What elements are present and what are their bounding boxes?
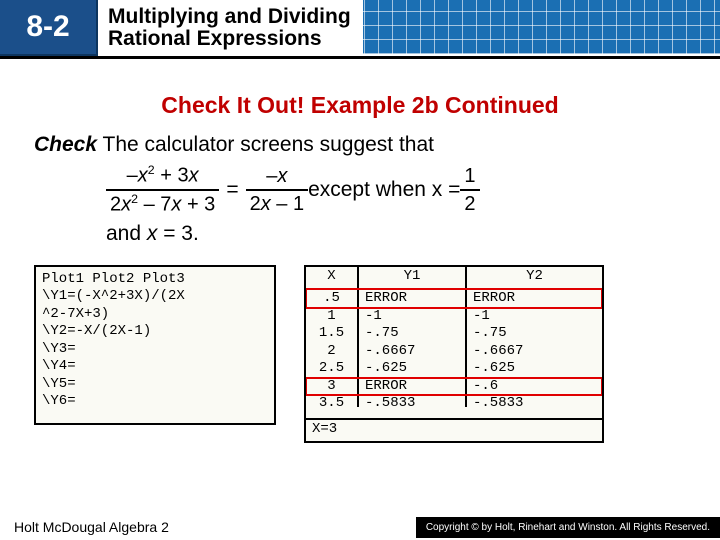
check-label: Check bbox=[34, 133, 97, 156]
table-row: 2-.6667-.6667 bbox=[306, 343, 602, 361]
cell-y1: ERROR bbox=[358, 289, 466, 308]
cell-x: 3.5 bbox=[306, 395, 358, 407]
table-row: 3.5-.5833-.5833 bbox=[306, 395, 602, 407]
cell-x: .5 bbox=[306, 289, 358, 308]
table-row: 3ERROR-.6 bbox=[306, 378, 602, 396]
copyright-text: Copyright © by Holt, Rinehart and Winsto… bbox=[416, 517, 720, 538]
cell-y2: -.6 bbox=[466, 378, 602, 396]
cell-y2: -.625 bbox=[466, 360, 602, 378]
slide-header: 8-2 Multiplying and Dividing Rational Ex… bbox=[0, 0, 720, 72]
title-line-1: Multiplying and Dividing bbox=[108, 6, 351, 28]
cell-y2: -.5833 bbox=[466, 395, 602, 407]
rhs-num: –x bbox=[262, 163, 291, 189]
lhs-num: –x2 + 3x bbox=[123, 162, 203, 189]
table-row: 1.5-.75-.75 bbox=[306, 325, 602, 343]
equation-row: –x2 + 3x 2x2 – 7x + 3 = –x 2x – 1 except… bbox=[106, 162, 686, 217]
scr1-l2: \Y1=(-X^2+3X)/(2X bbox=[42, 288, 268, 306]
cell-y1: -.75 bbox=[358, 325, 466, 343]
lhs-den: 2x2 – 7x + 3 bbox=[106, 191, 219, 218]
tail-line: and x = 3. bbox=[106, 220, 686, 247]
table-row: 2.5-.625-.625 bbox=[306, 360, 602, 378]
cell-y1: -.625 bbox=[358, 360, 466, 378]
calc-table-footer: X=3 bbox=[306, 418, 602, 441]
cell-y2: -.6667 bbox=[466, 343, 602, 361]
scr1-l4: \Y2=-X/(2X-1) bbox=[42, 323, 268, 341]
equals-sign: = bbox=[219, 176, 245, 203]
cell-x: 2.5 bbox=[306, 360, 358, 378]
half-den: 2 bbox=[460, 191, 479, 217]
title-line-2: Rational Expressions bbox=[108, 28, 351, 50]
calc-screen-table: X Y1 Y2 .5ERRORERROR 1-1-1 1.5-.75-.75 2… bbox=[304, 265, 604, 443]
header-divider bbox=[0, 56, 720, 59]
rhs-den: 2x – 1 bbox=[246, 191, 308, 217]
scr1-l5: \Y3= bbox=[42, 341, 268, 359]
fraction-rhs: –x 2x – 1 bbox=[246, 163, 308, 217]
scr1-l6: \Y4= bbox=[42, 358, 268, 376]
cell-y2: -1 bbox=[466, 308, 602, 326]
publisher-text: Holt McDougal Algebra 2 bbox=[0, 519, 169, 535]
scr1-l3: ^2-7X+3) bbox=[42, 306, 268, 324]
calc-screen-y-editor: Plot1 Plot2 Plot3 \Y1=(-X^2+3X)/(2X ^2-7… bbox=[34, 265, 276, 425]
cell-x: 3 bbox=[306, 378, 358, 396]
cell-x: 2 bbox=[306, 343, 358, 361]
calc-table: X Y1 Y2 .5ERRORERROR 1-1-1 1.5-.75-.75 2… bbox=[306, 267, 602, 407]
calculator-screens: Plot1 Plot2 Plot3 \Y1=(-X^2+3X)/(2X ^2-7… bbox=[34, 265, 720, 443]
cell-y2: -.75 bbox=[466, 325, 602, 343]
fraction-half: 1 2 bbox=[460, 163, 479, 217]
lead-rest: The calculator screens suggest that bbox=[97, 133, 434, 156]
cell-x: 1 bbox=[306, 308, 358, 326]
table-header-row: X Y1 Y2 bbox=[306, 267, 602, 290]
cell-y1: -1 bbox=[358, 308, 466, 326]
body-content: Check The calculator screens suggest tha… bbox=[0, 119, 720, 247]
cell-y1: -.6667 bbox=[358, 343, 466, 361]
th-x: X bbox=[306, 267, 358, 290]
except-text: except when x = bbox=[308, 176, 460, 203]
lead-line: Check The calculator screens suggest tha… bbox=[34, 131, 686, 158]
table-row: .5ERRORERROR bbox=[306, 289, 602, 308]
cell-y2: ERROR bbox=[466, 289, 602, 308]
cell-x: 1.5 bbox=[306, 325, 358, 343]
th-y2: Y2 bbox=[466, 267, 602, 290]
th-y1: Y1 bbox=[358, 267, 466, 290]
slide-footer: Holt McDougal Algebra 2 Copyright © by H… bbox=[0, 514, 720, 540]
title-bar: Multiplying and Dividing Rational Expres… bbox=[98, 0, 363, 56]
scr1-l8: \Y6= bbox=[42, 393, 268, 411]
cell-y1: ERROR bbox=[358, 378, 466, 396]
table-row: 1-1-1 bbox=[306, 308, 602, 326]
example-subtitle: Check It Out! Example 2b Continued bbox=[0, 92, 720, 119]
tail-text: and x = 3. bbox=[106, 222, 199, 245]
cell-y1: -.5833 bbox=[358, 395, 466, 407]
scr1-l7: \Y5= bbox=[42, 376, 268, 394]
lesson-number: 8-2 bbox=[26, 10, 69, 44]
half-num: 1 bbox=[460, 163, 479, 189]
fraction-lhs: –x2 + 3x 2x2 – 7x + 3 bbox=[106, 162, 219, 217]
lesson-number-box: 8-2 bbox=[0, 0, 98, 56]
scr1-l1: Plot1 Plot2 Plot3 bbox=[42, 271, 268, 289]
